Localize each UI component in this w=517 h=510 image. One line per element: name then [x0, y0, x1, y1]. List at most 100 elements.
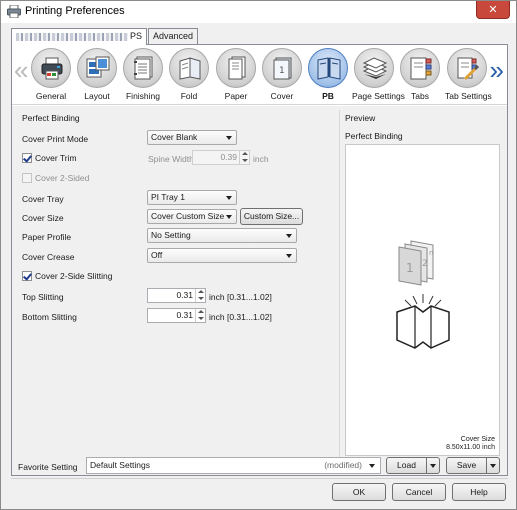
- preview-box: 1 2 n Cover Size 8.50x11.00 inch: [345, 144, 500, 456]
- printing-preferences-dialog: Printing Preferences ✕ PS Advanced « Gen…: [0, 0, 517, 510]
- chevron-down-icon: [226, 196, 232, 200]
- page-settings-icon: [362, 57, 388, 79]
- spine-width-field[interactable]: 0.39: [192, 150, 250, 165]
- category-finishing[interactable]: Finishing: [121, 48, 165, 101]
- bottom-slitting-field[interactable]: 0.31: [147, 308, 206, 323]
- help-button[interactable]: Help: [452, 483, 506, 501]
- scroll-right-icon[interactable]: »: [490, 57, 504, 83]
- page-stack-illustration: 1 2 n: [398, 240, 434, 286]
- slitting-label: Cover 2-Side Slitting: [35, 271, 113, 281]
- cover-crease-label: Cover Crease: [22, 252, 75, 262]
- top-slitting-unit: inch [0.31...1.02]: [209, 292, 272, 302]
- tab-ps-label: PS: [130, 31, 143, 41]
- cover-2sided-label: Cover 2-Sided: [35, 173, 90, 183]
- category-pb-label: PB: [322, 91, 334, 101]
- slitting-checkbox[interactable]: Cover 2-Side Slitting: [22, 271, 112, 281]
- top-slitting-value: 0.31: [176, 290, 193, 300]
- printer-icon: [7, 5, 21, 18]
- spine-width-label: Spine Width: [148, 154, 194, 164]
- category-tab-settings-label: Tab Settings: [445, 91, 492, 101]
- finishing-icon: [134, 56, 153, 80]
- load-button[interactable]: Load: [386, 457, 427, 474]
- tab-ps[interactable]: PS: [11, 28, 148, 45]
- spinner-buttons[interactable]: [195, 289, 205, 302]
- save-dropdown-icon[interactable]: [487, 457, 500, 474]
- load-split-button: Load: [386, 457, 440, 474]
- cover-size-value: 8.50x11.00 inch: [446, 444, 495, 451]
- preview-title: Preview: [345, 113, 376, 123]
- paper-profile-value: No Setting: [151, 230, 191, 240]
- paper-profile-select[interactable]: No Setting: [147, 228, 297, 243]
- favorite-setting-select[interactable]: Default Settings (modified): [86, 457, 381, 474]
- category-cover-label: Cover: [270, 91, 294, 101]
- category-tab-settings[interactable]: Tab Settings: [445, 48, 492, 101]
- spine-width-unit: inch: [253, 154, 269, 164]
- category-fold[interactable]: Fold: [167, 48, 211, 101]
- close-button[interactable]: ✕: [476, 1, 510, 19]
- perfect-binding-icon: [317, 57, 341, 80]
- category-cover[interactable]: 1 Cover: [260, 48, 304, 101]
- category-strip: « General Layout Finishing Fold Paper 1 …: [12, 45, 507, 105]
- save-button[interactable]: Save: [446, 457, 487, 474]
- cover-crease-value: Off: [151, 250, 163, 260]
- custom-size-button[interactable]: Custom Size...: [240, 208, 303, 225]
- title-bar: Printing Preferences ✕: [1, 1, 516, 23]
- cover-size-label: Cover Size: [22, 213, 64, 223]
- ok-button[interactable]: OK: [332, 483, 386, 501]
- category-fold-label: Fold: [180, 91, 198, 101]
- top-slitting-field[interactable]: 0.31: [147, 288, 206, 303]
- cover-icon: 1: [273, 57, 292, 80]
- group-divider: [339, 110, 340, 470]
- spinner-buttons[interactable]: [239, 151, 249, 164]
- checkbox-box[interactable]: [22, 173, 32, 183]
- bound-book-illustration: [396, 294, 450, 349]
- category-tabs[interactable]: Tabs: [398, 48, 442, 101]
- spinner-buttons[interactable]: [195, 309, 205, 322]
- pb-settings-panel: Perfect Binding Cover Print Mode Cover B…: [12, 106, 507, 475]
- cover-print-mode-label: Cover Print Mode: [22, 134, 89, 144]
- cancel-button[interactable]: Cancel: [392, 483, 446, 501]
- chevron-down-icon: [286, 254, 292, 258]
- cover-print-mode-select[interactable]: Cover Blank: [147, 130, 237, 145]
- cover-crease-select[interactable]: Off: [147, 248, 297, 263]
- cover-size-select[interactable]: Cover Custom Size: [147, 209, 237, 224]
- chevron-down-icon: [226, 136, 232, 140]
- category-pb[interactable]: PB: [306, 48, 350, 101]
- scroll-left-icon[interactable]: «: [14, 57, 28, 83]
- fold-icon: [179, 57, 201, 80]
- cover-print-mode-value: Cover Blank: [151, 132, 198, 142]
- category-layout[interactable]: Layout: [75, 48, 119, 101]
- tab-advanced[interactable]: Advanced: [148, 28, 199, 44]
- tabs-icon: [410, 57, 432, 80]
- checkbox-box[interactable]: [22, 153, 32, 163]
- svg-text:1: 1: [279, 66, 285, 76]
- save-split-button: Save: [446, 457, 500, 474]
- category-layout-label: Layout: [84, 91, 110, 101]
- category-page-settings-label: Page Settings: [352, 91, 405, 101]
- load-dropdown-icon[interactable]: [427, 457, 440, 474]
- cover-size-caption: Cover Size: [460, 436, 495, 443]
- cover-2sided-checkbox[interactable]: Cover 2-Sided: [22, 173, 89, 183]
- favorite-setting-label: Favorite Setting: [18, 462, 78, 472]
- preview-group: Preview Perfect Binding 1 2 n Cover Size…: [345, 111, 502, 469]
- category-page-settings[interactable]: Page Settings: [352, 48, 405, 101]
- tab-settings-icon: [457, 57, 480, 81]
- tab-content: « General Layout Finishing Fold Paper 1 …: [11, 44, 508, 476]
- category-general-label: General: [35, 91, 67, 101]
- spine-width-value: 0.39: [220, 152, 237, 162]
- category-paper-label: Paper: [224, 91, 248, 101]
- checkbox-box[interactable]: [22, 271, 32, 281]
- window-title: Printing Preferences: [25, 5, 125, 17]
- bottom-slitting-unit: inch [0.31...1.02]: [209, 312, 272, 322]
- category-paper[interactable]: Paper: [214, 48, 258, 101]
- page-number-2: 2: [422, 259, 428, 269]
- cover-trim-checkbox[interactable]: Cover Trim: [22, 153, 77, 163]
- cover-trim-label: Cover Trim: [35, 153, 77, 163]
- cover-tray-select[interactable]: PI Tray 1: [147, 190, 237, 205]
- favorite-setting-value: Default Settings: [90, 460, 151, 470]
- paper-icon: [228, 56, 246, 80]
- category-general[interactable]: General: [29, 48, 73, 101]
- preview-subtitle: Perfect Binding: [345, 131, 403, 141]
- bottom-slitting-label: Bottom Slitting: [22, 312, 77, 322]
- cover-size-value: Cover Custom Size: [151, 211, 225, 221]
